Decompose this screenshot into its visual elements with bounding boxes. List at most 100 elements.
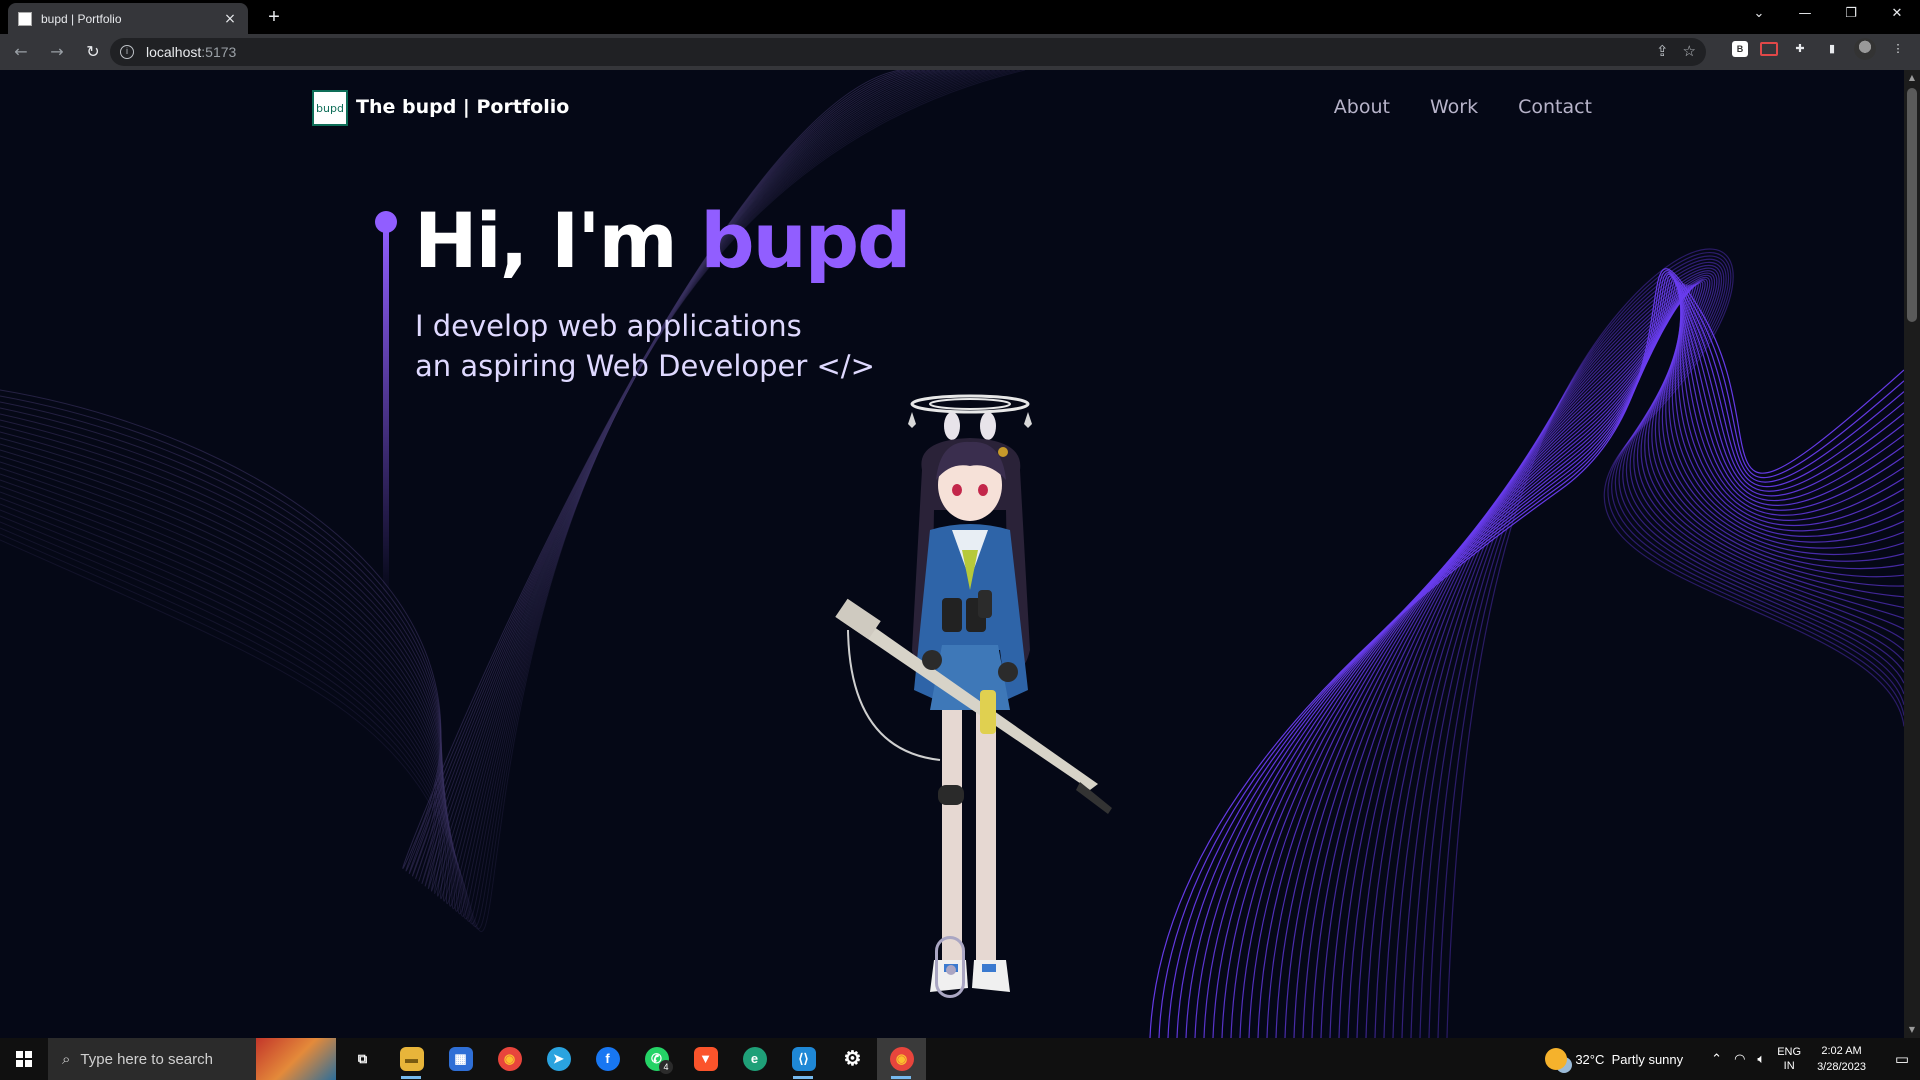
telegram-button[interactable]: ➤ — [534, 1038, 583, 1080]
tab-search-icon[interactable]: ⌄ — [1736, 0, 1782, 30]
wave-line-left — [0, 70, 931, 884]
wave-line-right — [1203, 278, 1904, 1038]
task-view-button[interactable]: ⧉ — [338, 1038, 387, 1080]
omnibox-actions: ⇪ ☆ — [1656, 42, 1696, 60]
nav-links: About Work Contact — [1334, 96, 1592, 118]
tab-close-icon[interactable]: × — [222, 11, 238, 27]
telegram-icon: ➤ — [546, 1047, 571, 1071]
hero-subtitle-line-2: an aspiring Web Developer </> — [415, 349, 875, 383]
back-icon[interactable]: ← — [6, 37, 36, 67]
address-bar[interactable]: i localhost:5173 ⇪ ☆ — [110, 38, 1706, 66]
forward-icon[interactable]: → — [42, 37, 72, 67]
system-clock[interactable]: 2:02 AM 3/28/2023 — [1817, 1043, 1866, 1075]
browser-tab[interactable]: bupd | Portfolio × — [8, 3, 248, 34]
chrome-button[interactable]: ◉ — [485, 1038, 534, 1080]
logo-text: bupd — [316, 101, 344, 115]
page-viewport: bupd The bupd | Portfolio About Work Con… — [0, 70, 1904, 1038]
site-info-icon[interactable]: i — [120, 45, 134, 59]
hero-subtitle: I develop web applications an aspiring W… — [415, 306, 875, 386]
edge-icon: e — [742, 1047, 767, 1071]
minimize-button[interactable]: — — [1782, 0, 1828, 30]
hero-subtitle-line-1: I develop web applications — [415, 309, 802, 343]
side-panel-icon[interactable]: ▮ — [1822, 39, 1842, 59]
hero-accent-line — [383, 225, 389, 595]
brave-button[interactable]: ▼ — [681, 1038, 730, 1080]
volume-icon[interactable]: 🔈︎ — [1757, 1052, 1765, 1067]
show-hidden-icons-chevron-icon[interactable]: ⌃ — [1711, 1052, 1722, 1067]
network-icon[interactable]: ◠ — [1734, 1052, 1745, 1067]
notifications-icon[interactable]: ▭ — [1884, 1038, 1920, 1080]
wave-line-right — [1428, 255, 1904, 1038]
lang-code: ENG — [1777, 1046, 1802, 1058]
folder-icon: ▬ — [399, 1047, 424, 1071]
facebook-button[interactable]: f — [583, 1038, 632, 1080]
hero-title: Hi, I'm bupd — [414, 196, 912, 285]
weather-text[interactable]: 32°C Partly sunny — [1575, 1052, 1683, 1067]
nav-link-work[interactable]: Work — [1430, 96, 1478, 118]
wave-line-right — [1419, 258, 1904, 1038]
clock-time: 2:02 AM — [1821, 1045, 1862, 1057]
wave-line-left — [0, 70, 966, 902]
profile-avatar[interactable] — [1854, 38, 1876, 60]
close-window-button[interactable]: ✕ — [1874, 0, 1920, 30]
whatsapp-button[interactable]: ✆ 4 — [632, 1038, 681, 1080]
page-scrollbar[interactable]: ▲ ▼ — [1904, 70, 1920, 1038]
window-controls: ⌄ — ❐ ✕ — [1736, 0, 1920, 30]
reload-icon[interactable]: ↻ — [78, 37, 108, 67]
settings-gear-icon: ⚙ — [843, 1048, 862, 1070]
taskbar-search-box[interactable]: ⌕ Type here to search — [48, 1038, 256, 1080]
scroll-down-arrow-icon[interactable]: ▼ — [1904, 1022, 1920, 1038]
weather-partly-sunny-icon[interactable] — [1545, 1048, 1568, 1070]
scroll-down-indicator[interactable] — [935, 936, 965, 998]
input-language[interactable]: ENG IN — [1777, 1045, 1801, 1073]
wave-line-right — [1185, 275, 1904, 1038]
search-icon: ⌕ — [62, 1050, 71, 1068]
hero-name: bupd — [700, 196, 911, 285]
nav-link-about[interactable]: About — [1334, 96, 1390, 118]
site-logo[interactable]: bupd — [312, 90, 348, 126]
scroll-indicator-dot — [946, 965, 956, 975]
vscode-button[interactable]: ⟨⟩ — [779, 1038, 828, 1080]
wave-line-right — [1176, 273, 1904, 1038]
task-view-icon: ⧉ — [357, 1051, 368, 1066]
share-icon[interactable]: ⇪ — [1656, 42, 1669, 60]
weather-temp: 32°C — [1575, 1051, 1605, 1067]
wave-line-right — [1221, 280, 1904, 1038]
extensions-puzzle-icon[interactable]: ✚ — [1790, 39, 1810, 59]
menu-kebab-icon[interactable]: ⋮ — [1888, 39, 1908, 59]
wave-line-right — [1401, 264, 1904, 1038]
favicon-icon — [18, 11, 32, 26]
taskbar-app-icons: ⧉ ▬ ▦ ◉ ➤ f ✆ 4 ▼ e ⟨⟩ ⚙ ◉ — [338, 1038, 926, 1080]
bookmark-star-icon[interactable]: ☆ — [1683, 42, 1696, 60]
chrome-icon: ◉ — [497, 1047, 522, 1071]
search-highlight-image[interactable] — [256, 1038, 336, 1080]
new-tab-button[interactable]: + — [262, 5, 286, 29]
windows-logo-icon — [16, 1051, 32, 1067]
file-explorer-button[interactable]: ▬ — [387, 1038, 436, 1080]
wave-line-right — [1194, 276, 1904, 1038]
browser-tab-strip: bupd | Portfolio × + ⌄ — ❐ ✕ — [0, 0, 1920, 34]
wave-line-right — [1338, 280, 1904, 1038]
wave-line-left — [0, 70, 941, 889]
edge-button[interactable]: e — [730, 1038, 779, 1080]
anime-character-3d-model — [835, 394, 1112, 992]
start-button[interactable] — [0, 1038, 48, 1080]
extension-record-icon[interactable] — [1760, 42, 1778, 56]
chrome-active-icon: ◉ — [889, 1047, 914, 1071]
store-icon: ▦ — [448, 1047, 473, 1071]
chrome-active-button[interactable]: ◉ — [877, 1038, 926, 1080]
weather-desc: Partly sunny — [1611, 1051, 1684, 1067]
hero-greeting: Hi, I'm — [414, 196, 701, 285]
extension-b-icon[interactable]: B — [1732, 41, 1748, 57]
scroll-up-arrow-icon[interactable]: ▲ — [1904, 70, 1920, 86]
wave-line-right — [1410, 262, 1904, 1038]
search-placeholder: Type here to search — [80, 1050, 213, 1068]
settings-button[interactable]: ⚙ — [828, 1038, 877, 1080]
restore-button[interactable]: ❐ — [1828, 0, 1874, 30]
scrollbar-thumb[interactable] — [1907, 88, 1917, 322]
brand-title[interactable]: The bupd | Portfolio — [356, 96, 569, 118]
tab-title: bupd | Portfolio — [41, 11, 122, 26]
microsoft-store-button[interactable]: ▦ — [436, 1038, 485, 1080]
browser-toolbar: ← → ↻ i localhost:5173 ⇪ ☆ B ✚ ▮ ⋮ — [0, 34, 1920, 70]
nav-link-contact[interactable]: Contact — [1518, 96, 1592, 118]
